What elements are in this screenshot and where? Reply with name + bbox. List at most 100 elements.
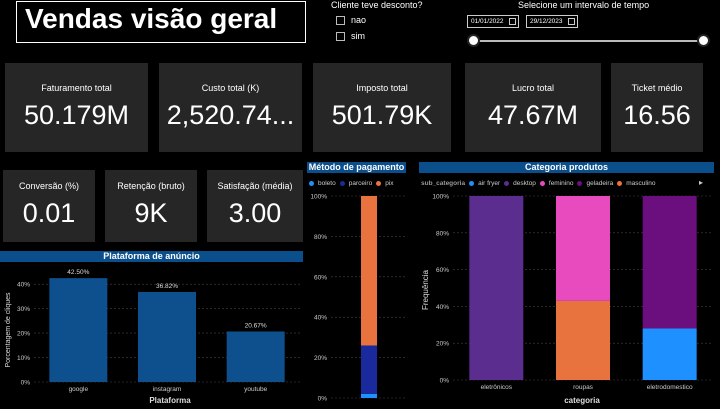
kpi-card-faturamento: Faturamento total 50.179M <box>5 63 148 152</box>
bar-instagram[interactable] <box>138 291 196 382</box>
start-date-input[interactable]: 01/01/2022 <box>467 15 519 28</box>
categoria-legend: sub_categoria air fryer desktop feminino… <box>421 180 655 187</box>
kpi-card-retencao: Retenção (bruto) 9K <box>105 170 197 242</box>
segment-masculino[interactable] <box>556 300 610 380</box>
y-tick-label: 40% <box>17 282 30 289</box>
kpi-label: Imposto total <box>356 83 408 93</box>
bar-google[interactable] <box>49 278 108 382</box>
kpi-label: Satisfação (média) <box>217 181 293 191</box>
categoria-ylabel: Frequência <box>421 269 430 310</box>
y-tick-label: 0% <box>440 378 450 385</box>
segment-pix[interactable] <box>361 196 377 346</box>
categoria-xlabel: categoria <box>564 396 600 405</box>
legend-title: sub_categoria <box>421 180 466 187</box>
legend-label: masculino <box>626 180 656 187</box>
discount-option-sim[interactable]: sim <box>336 31 365 41</box>
plataforma-ylabel: Porcentagem de cliques <box>5 292 12 368</box>
kpi-value: 3.00 <box>228 198 282 228</box>
legend-label: air fryer <box>478 180 501 187</box>
y-tick-label: 30% <box>17 306 30 313</box>
y-tick-label: 20% <box>436 341 449 348</box>
kpi-value: 9K <box>134 198 168 228</box>
kpi-card-conversao: Conversão (%) 0.01 <box>3 170 95 242</box>
kpi-value: 50.179M <box>23 100 130 130</box>
x-tick-label: eletrônicos <box>481 384 513 391</box>
legend-label: desktop <box>513 180 536 187</box>
start-date-value: 01/01/2022 <box>471 18 504 25</box>
kpi-card-ticket: Ticket médio 16.56 <box>611 63 703 152</box>
x-tick-label: google <box>69 386 89 393</box>
segment-air-fryer[interactable] <box>642 328 697 380</box>
discount-filter-title: Cliente teve desconto? <box>331 0 423 10</box>
slider-end-handle[interactable] <box>697 34 710 47</box>
slider-start-handle[interactable] <box>467 34 480 47</box>
kpi-value: 0.01 <box>22 198 76 228</box>
y-tick-label: 100% <box>432 194 449 201</box>
checkbox-icon[interactable] <box>336 31 345 41</box>
data-label: 20.67% <box>245 322 267 329</box>
data-label: 42.50% <box>67 269 89 276</box>
x-tick-label: youtube <box>244 386 268 393</box>
pagamento-legend: boleto parceiro pix <box>309 180 394 187</box>
legend-label: parceiro <box>348 180 373 187</box>
kpi-value: 2,520.74... <box>166 100 295 130</box>
segment-parceiro[interactable] <box>361 345 377 394</box>
y-tick-label: 40% <box>436 304 449 311</box>
y-tick-label: 10% <box>17 355 30 362</box>
kpi-value: 16.56 <box>623 100 691 130</box>
legend-label: geladeira <box>586 180 614 187</box>
desktop-dot-icon <box>504 181 510 186</box>
discount-option-label: nao <box>351 15 367 25</box>
segment-feminino[interactable] <box>556 196 610 301</box>
x-tick-label: eletrodomestico <box>647 384 693 391</box>
pagamento-chart: 0% 20% 40% 60% 80% 100% <box>310 194 407 403</box>
data-label: 36.82% <box>156 283 178 290</box>
legend-label: pix <box>385 180 394 187</box>
x-tick-label: roupas <box>573 384 594 391</box>
y-tick-label: 20% <box>314 355 327 362</box>
calendar-icon[interactable] <box>509 18 516 25</box>
y-tick-label: 0% <box>318 396 328 403</box>
air-fryer-dot-icon <box>469 181 475 186</box>
kpi-card-satisfacao: Satisfação (média) 3.00 <box>207 170 303 242</box>
date-range-slider[interactable] <box>474 40 704 42</box>
kpi-card-lucro: Lucro total 47.67M <box>465 63 601 152</box>
y-tick-label: 0% <box>21 380 31 387</box>
segment-geladeira[interactable] <box>642 196 697 329</box>
boleto-dot-icon <box>309 181 314 186</box>
kpi-card-custo: Custo total (K) 2,520.74... <box>159 63 302 152</box>
kpi-label: Ticket médio <box>631 83 683 93</box>
x-tick-label: instagram <box>153 386 182 393</box>
legend-label: feminino <box>548 180 574 187</box>
kpi-label: Custo total (K) <box>201 83 260 93</box>
kpi-label: Lucro total <box>511 83 555 93</box>
page-title: Vendas visão geral <box>25 3 278 34</box>
y-tick-label: 60% <box>314 274 327 281</box>
checkbox-icon[interactable] <box>336 15 345 25</box>
segment-desktop[interactable] <box>469 196 524 380</box>
legend-label: boleto <box>318 180 336 187</box>
end-date-input[interactable]: 29/12/2023 <box>526 15 578 28</box>
parceiro-dot-icon <box>339 181 345 186</box>
kpi-label: Faturamento total <box>41 83 112 93</box>
categoria-chart: 0% 20% 40% 60% 80% 100% eletrônicos roupas elet… <box>421 194 713 405</box>
chart-header-plataforma: Plataforma de anúncio <box>0 251 303 262</box>
geladeira-dot-icon <box>577 181 583 186</box>
calendar-icon[interactable] <box>568 18 575 25</box>
bar-youtube[interactable] <box>226 331 285 382</box>
feminino-dot-icon <box>539 181 545 186</box>
y-tick-label: 80% <box>314 234 327 241</box>
plataforma-chart: 0% 10% 20% 30% 40% 42.50% google 36.82% instagr… <box>5 269 300 405</box>
segment-boleto[interactable] <box>361 393 377 398</box>
kpi-card-imposto: Imposto total 501.79K <box>313 63 451 152</box>
y-tick-label: 60% <box>436 267 449 274</box>
discount-option-nao[interactable]: nao <box>336 15 366 25</box>
y-tick-label: 40% <box>314 315 327 322</box>
plataforma-xlabel: Plataforma <box>149 396 191 405</box>
kpi-label: Conversão (%) <box>18 181 80 191</box>
masculino-dot-icon <box>617 181 623 186</box>
legend-next-icon[interactable]: ▸ <box>699 178 703 187</box>
end-date-value: 29/12/2023 <box>530 18 563 25</box>
y-tick-label: 100% <box>310 194 327 201</box>
pix-dot-icon <box>376 181 382 186</box>
